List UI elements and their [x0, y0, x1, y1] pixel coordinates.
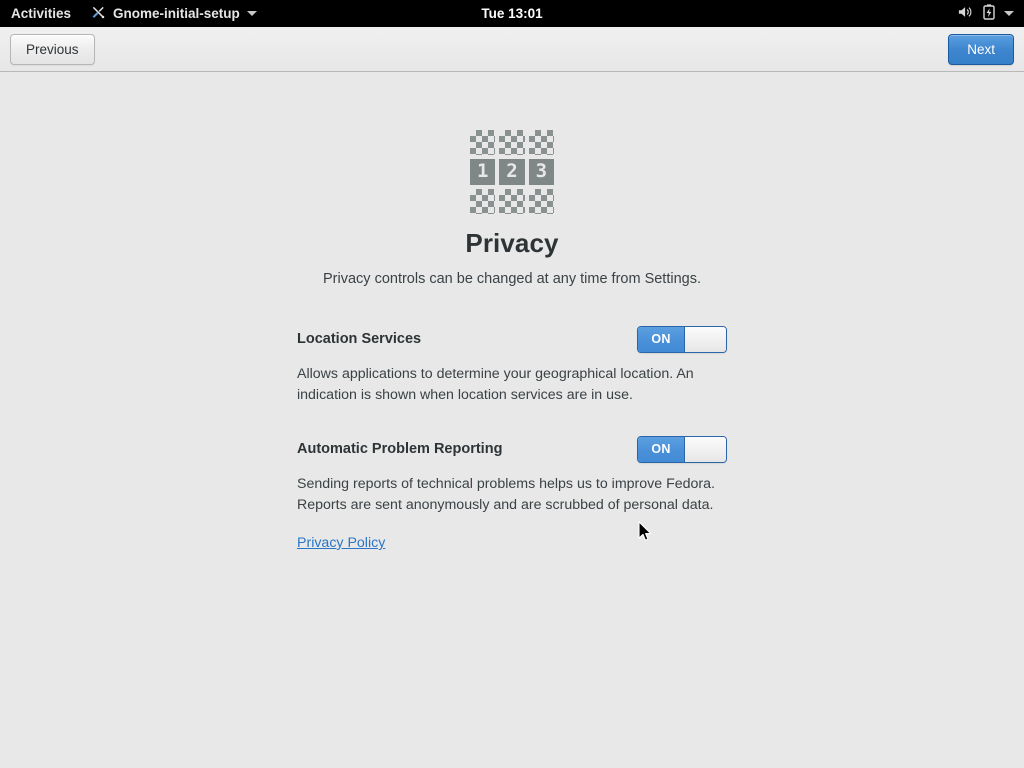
app-menu-label: Gnome-initial-setup — [113, 6, 240, 21]
location-services-toggle[interactable]: ON — [637, 325, 727, 353]
option-row-location-services: Location Services ON — [297, 325, 727, 353]
status-chevron-down-icon — [1004, 11, 1014, 16]
icon-number-2: 2 — [499, 159, 525, 185]
automatic-problem-reporting-label: Automatic Problem Reporting — [297, 441, 503, 457]
activities-label: Activities — [11, 6, 72, 21]
automatic-problem-reporting-description: Sending reports of technical problems he… — [297, 476, 715, 513]
battery-charging-icon — [983, 4, 995, 23]
icon-number-1: 1 — [470, 159, 496, 185]
icon-checker-cell — [470, 188, 496, 214]
privacy-policy-link[interactable]: Privacy Policy — [297, 535, 385, 551]
page-title: Privacy — [465, 228, 559, 258]
toggle-on-label: ON — [638, 326, 684, 352]
header-bar: Previous Next — [0, 27, 1024, 72]
options-spacer — [297, 406, 727, 436]
gnome-top-bar: Activities Gnome-initial-setup Tue 13:01 — [0, 0, 1024, 27]
location-services-label: Location Services — [297, 331, 422, 347]
icon-number-3: 3 — [528, 159, 554, 185]
privacy-options-list: Location Services ON Allows applications… — [297, 325, 727, 552]
app-menu-button[interactable]: Gnome-initial-setup — [83, 0, 265, 27]
automatic-problem-reporting-toggle[interactable]: ON — [637, 435, 727, 463]
location-services-description: Allows applications to determine your ge… — [297, 366, 694, 403]
previous-button[interactable]: Previous — [10, 33, 95, 65]
volume-speaker-icon — [958, 5, 974, 22]
option-row-automatic-problem-reporting: Automatic Problem Reporting ON — [297, 435, 727, 463]
page-subtitle: Privacy controls can be changed at any t… — [323, 271, 701, 287]
icon-checker-cell — [499, 130, 525, 156]
icon-checker-cell — [470, 130, 496, 156]
icon-checker-cell — [499, 188, 525, 214]
privacy-page: 1 2 3 Privacy Privacy controls can be ch… — [0, 73, 1024, 768]
toggle-knob — [684, 326, 726, 352]
gnome-initial-setup-123-icon: 1 2 3 — [470, 130, 554, 214]
activities-button[interactable]: Activities — [0, 0, 83, 27]
next-button[interactable]: Next — [948, 33, 1014, 65]
icon-checker-cell — [528, 188, 554, 214]
system-status-area[interactable] — [958, 0, 1024, 27]
toggle-knob — [684, 436, 726, 462]
toggle-on-label: ON — [638, 436, 684, 462]
crossed-tools-icon — [91, 5, 106, 23]
chevron-down-icon — [246, 11, 257, 16]
icon-checker-cell — [528, 130, 554, 156]
